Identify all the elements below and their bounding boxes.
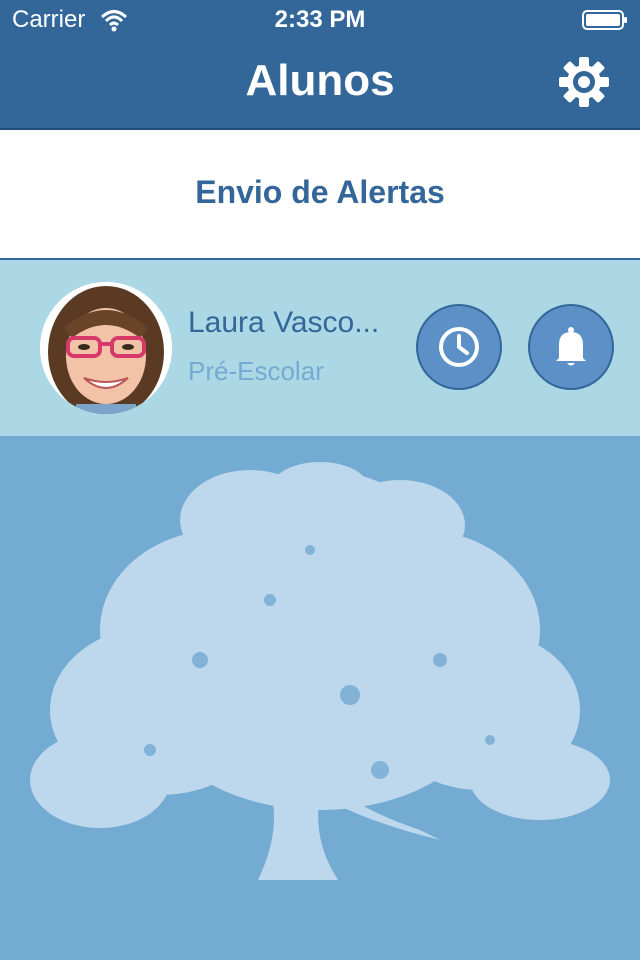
bell-icon [556,327,586,366]
navigation-bar: Alunos [0,40,640,130]
alerts-section-header: Envio de Alertas [0,130,640,260]
clock-icon [439,327,479,367]
status-bar: Carrier 2:33 PM [0,0,640,40]
student-name: Laura Vasco... [188,306,380,339]
gear-icon[interactable] [558,56,610,108]
battery-icon [582,10,627,30]
tree-watermark [30,462,610,880]
avatar [40,282,172,414]
status-time: 2:33 PM [274,6,366,33]
student-class: Pré-Escolar [188,356,324,386]
page-title: Alunos [245,56,395,105]
student-photo [40,282,172,414]
section-heading: Envio de Alertas [195,174,445,210]
schedule-button[interactable] [416,304,502,390]
alert-button[interactable] [528,304,614,390]
student-row[interactable]: Laura Vasco... Pré-Escolar [0,260,640,436]
